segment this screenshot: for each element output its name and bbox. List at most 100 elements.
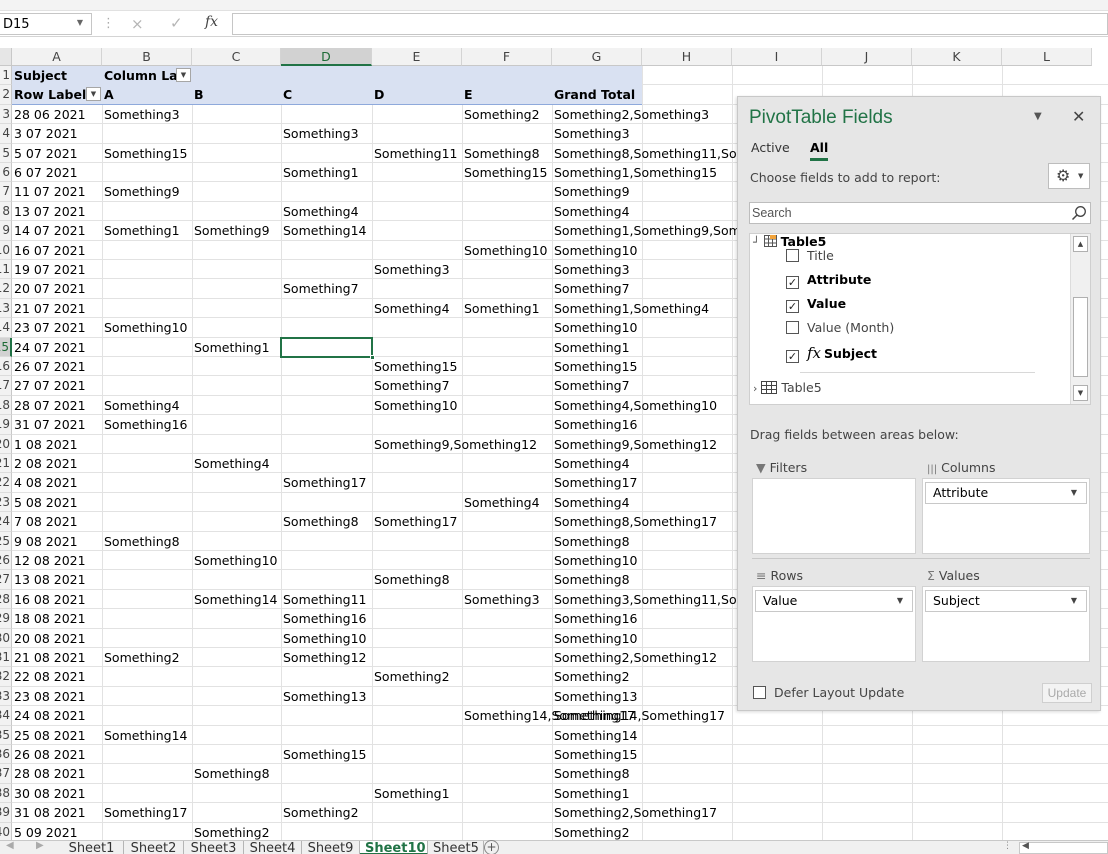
row-header[interactable]: 22 [0,473,12,493]
row-header[interactable]: 34 [0,706,12,726]
rows-field-value[interactable]: Value ▼ [755,590,913,612]
cell-g30[interactable]: Something10 [552,629,638,648]
row-header[interactable]: 3 [0,104,12,125]
cell-g31[interactable]: Something2,Something12 [552,648,717,667]
row-header[interactable]: 14 [0,318,12,338]
cell-f6[interactable]: Something15 [462,163,548,182]
cell-d24[interactable]: Something8 [281,512,359,531]
cell-f3[interactable]: Something2 [462,105,540,124]
row-header[interactable]: 1 [0,66,12,86]
field-item[interactable]: ✓ Value [786,296,846,313]
cell-a12[interactable]: 20 07 2021 [12,279,86,298]
collapse-icon[interactable]: ┘ [753,236,760,249]
cell-d30[interactable]: Something10 [281,629,367,648]
field-item[interactable]: Value (Month) [786,320,894,335]
cell-b25[interactable]: Something8 [102,532,180,551]
row-header[interactable]: 21 [0,454,12,474]
defer-layout-update[interactable]: Defer Layout Update [753,685,904,700]
tab-active[interactable]: Active [751,140,790,155]
tab-all[interactable]: All [810,140,828,155]
cell-d8[interactable]: Something4 [281,202,359,221]
close-icon[interactable]: ✕ [1072,107,1085,126]
row-header[interactable]: 17 [0,376,12,396]
rows-area[interactable]: Value ▼ [752,586,916,662]
cell-d9[interactable]: Something14 [281,221,367,240]
cell-a29[interactable]: 18 08 2021 [12,609,86,628]
field-search[interactable] [749,202,1091,224]
sheet-tab-sheet2[interactable]: Sheet2 [124,841,184,854]
cell-g26[interactable]: Something10 [552,551,638,570]
cell-e32[interactable]: Something2 [372,667,450,686]
row-header[interactable]: 26 [0,551,12,571]
cell-b7[interactable]: Something9 [102,182,180,201]
cell-b19[interactable]: Something16 [102,415,188,434]
column-labels-filter-icon[interactable]: ▼ [176,68,191,82]
cell-g10[interactable]: Something10 [552,241,638,260]
row-header[interactable]: 11 [0,260,12,280]
cell-b1[interactable]: Column Lab [102,66,187,85]
cell-g15[interactable]: Something1 [552,338,630,357]
cell-g11[interactable]: Something3 [552,260,630,279]
column-header-h[interactable]: H [642,48,732,66]
cell-f2[interactable]: E [462,85,473,104]
cell-d39[interactable]: Something2 [281,803,359,822]
cell-b5[interactable]: Something15 [102,144,188,163]
cell-a24[interactable]: 7 08 2021 [12,512,78,531]
row-header[interactable]: 9 [0,221,12,241]
scroll-down-icon[interactable]: ▼ [1073,385,1088,401]
cell-e20[interactable]: Something9,Something12 [372,435,537,454]
row-header[interactable]: 19 [0,415,12,435]
field-checkbox[interactable] [786,249,799,262]
cell-g32[interactable]: Something2 [552,667,630,686]
row-header[interactable]: 39 [0,803,12,823]
row-header[interactable]: 33 [0,686,12,707]
cell-b3[interactable]: Something3 [102,105,180,124]
cell-f28[interactable]: Something3 [462,590,540,609]
cell-a14[interactable]: 23 07 2021 [12,318,86,337]
cell-a33[interactable]: 23 08 2021 [12,687,86,706]
row-header[interactable]: 28 [0,589,12,610]
cell-a28[interactable]: 16 08 2021 [12,590,86,609]
cell-d31[interactable]: Something12 [281,648,367,667]
cell-e11[interactable]: Something3 [372,260,450,279]
column-header-f[interactable]: F [462,48,552,66]
cell-a7[interactable]: 11 07 2021 [12,182,86,201]
cell-d6[interactable]: Something1 [281,163,359,182]
row-header[interactable]: 16 [0,357,12,377]
row-header[interactable]: 7 [0,182,12,202]
table-node-collapsed[interactable]: › Table5 [753,380,822,395]
field-item[interactable]: Title [786,248,834,263]
row-header[interactable]: 35 [0,725,12,745]
cell-b35[interactable]: Something14 [102,726,188,745]
cell-a22[interactable]: 4 08 2021 [12,473,78,492]
cell-a19[interactable]: 31 07 2021 [12,415,86,434]
cell-a40[interactable]: 5 09 2021 [12,823,78,840]
horizontal-scrollbar[interactable]: ◀ [1019,841,1108,854]
cell-a1[interactable]: Subject [12,66,67,85]
field-item[interactable]: ✓ Attribute [786,272,871,289]
field-list[interactable]: ┘ Table5 Title ✓ Attribute ✓ Value Value (Mon… [749,233,1091,405]
columns-area[interactable]: Attribute ▼ [922,478,1090,554]
cell-a10[interactable]: 16 07 2021 [12,241,86,260]
cell-g24[interactable]: Something8,Something17 [552,512,717,531]
cell-b39[interactable]: Something17 [102,803,188,822]
column-header-c[interactable]: C [192,48,281,66]
cell-d36[interactable]: Something15 [281,745,367,764]
column-header-g[interactable]: G [552,48,642,66]
cell-a18[interactable]: 28 07 2021 [12,396,86,415]
table-node[interactable]: ┘ Table5 [753,234,826,249]
field-checkbox[interactable]: ✓ [786,276,799,289]
cell-a20[interactable]: 1 08 2021 [12,435,78,454]
cell-a25[interactable]: 9 08 2021 [12,532,78,551]
cell-g12[interactable]: Something7 [552,279,630,298]
cell-f13[interactable]: Something1 [462,299,540,318]
cell-a36[interactable]: 26 08 2021 [12,745,86,764]
cell-a2[interactable]: Row Labels [12,85,94,104]
cell-d29[interactable]: Something16 [281,609,367,628]
cell-g7[interactable]: Something9 [552,182,630,201]
cell-b9[interactable]: Something1 [102,221,180,240]
cell-g18[interactable]: Something4,Something10 [552,396,717,415]
cell-c9[interactable]: Something9 [192,221,270,240]
cell-e16[interactable]: Something15 [372,357,458,376]
row-header[interactable]: 4 [0,124,12,144]
